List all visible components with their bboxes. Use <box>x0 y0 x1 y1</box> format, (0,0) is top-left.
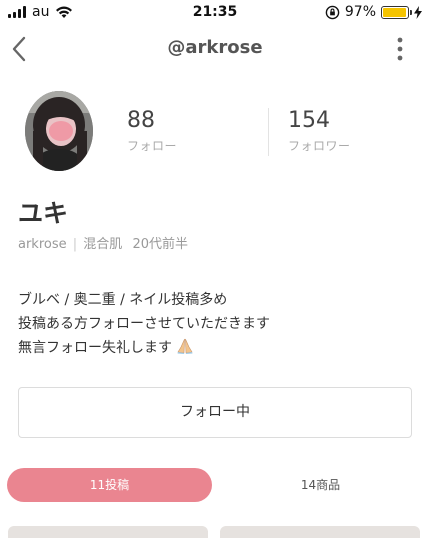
tab-bar: 11投稿 14商品 <box>0 462 430 512</box>
battery-icon <box>381 5 412 19</box>
tab-posts[interactable]: 11投稿 <box>7 468 212 502</box>
page-title: @arkrose <box>167 37 263 58</box>
following-stat[interactable]: 88 フォロー <box>127 108 177 154</box>
profile-bio: ブルベ / 奥二重 / ネイル投稿多め 投稿ある方フォローさせていただきます 無… <box>18 288 270 360</box>
profile-meta: arkrose | 混合肌 20代前半 <box>18 233 188 252</box>
rotation-lock-icon <box>325 5 340 19</box>
followers-label: フォロワー <box>288 139 351 153</box>
status-bar-right: 97% <box>325 4 422 20</box>
avatar-photo <box>25 91 93 171</box>
followers-stat[interactable]: 154 フォロワー <box>288 108 351 154</box>
bio-line-last: 無言フォロー失礼します <box>18 336 270 360</box>
post-grid-preview <box>0 524 430 538</box>
battery-percent: 97% <box>344 4 376 20</box>
following-button[interactable]: フォロー中 <box>18 387 412 438</box>
charging-bolt-icon <box>414 5 422 19</box>
profile-username: arkrose <box>18 237 67 252</box>
age-range: 20代前半 <box>132 237 188 252</box>
nav-bar: @arkrose <box>0 26 430 72</box>
more-vertical-icon[interactable] <box>396 36 404 62</box>
battery-level-fill <box>383 7 407 17</box>
bio-line: 無言フォロー失礼します <box>18 340 172 356</box>
following-label: フォロー <box>127 139 178 153</box>
post-thumbnail[interactable] <box>8 526 208 538</box>
avatar[interactable] <box>25 91 93 171</box>
followers-count: 154 <box>288 108 330 133</box>
folded-hands-icon <box>177 338 193 354</box>
profile-name: ユキ <box>18 199 69 228</box>
skin-type: 混合肌 <box>83 237 123 252</box>
status-bar: au 21:35 97% <box>0 0 430 26</box>
tab-products[interactable]: 14商品 <box>218 468 423 502</box>
following-count: 88 <box>127 108 155 133</box>
bio-line: ブルベ / 奥二重 / ネイル投稿多め <box>18 292 228 308</box>
bio-line: 投稿ある方フォローさせていただきます <box>18 316 270 332</box>
post-thumbnail[interactable] <box>220 526 420 538</box>
meta-separator: | <box>72 237 78 252</box>
stats-divider <box>268 108 269 156</box>
